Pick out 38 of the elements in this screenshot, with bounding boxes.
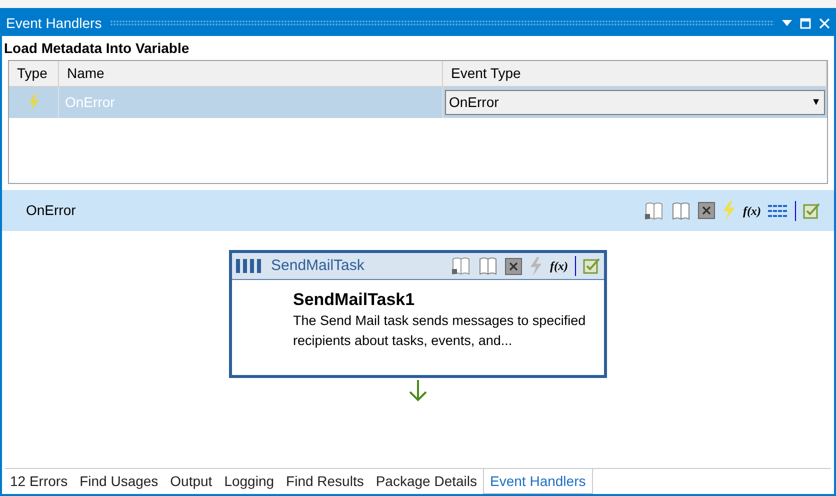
column-header[interactable]: Event Type <box>443 61 827 86</box>
open-book-icon[interactable] <box>671 202 691 220</box>
name-cell-text: OnError <box>65 93 115 112</box>
window-title: Event Handlers <box>6 14 102 32</box>
variable-icon[interactable] <box>698 202 715 219</box>
lines-icon[interactable] <box>768 204 788 216</box>
maximize-icon[interactable] <box>800 18 811 28</box>
task-box[interactable]: SendMailTask f(x) SendMailTask1 The Send Mail task sends messages to specified recipients about tasks, events, and... <box>229 250 607 378</box>
event-type-dropdown[interactable]: OnError ▼ <box>445 90 825 115</box>
down-arrow-icon <box>408 380 428 402</box>
dropdown-icon[interactable] <box>782 20 792 26</box>
task-name: SendMailTask1 <box>293 289 416 311</box>
task-type-icon <box>236 259 263 273</box>
variable-icon[interactable] <box>505 258 522 274</box>
lightning-icon <box>28 94 40 111</box>
function-icon[interactable]: f(x) <box>550 257 568 275</box>
event-name: OnError <box>26 201 76 220</box>
open-book-icon[interactable] <box>478 257 498 275</box>
task-type: SendMailTask <box>271 256 364 276</box>
column-header[interactable]: Type <box>9 61 59 86</box>
panel-tab[interactable]: Event Handlers <box>483 469 593 494</box>
task-description: The Send Mail task sends messages to specified recipients about tasks, events, and... <box>293 312 587 350</box>
dropdown-arrow: ▼ <box>811 96 821 110</box>
panel-tab[interactable]: Package Details <box>370 469 484 494</box>
panel-tab[interactable]: Find Results <box>280 469 370 494</box>
panel-tab[interactable]: Logging <box>218 469 280 494</box>
column-header[interactable]: Name <box>59 61 443 86</box>
executable-label: Load Metadata Into Variable <box>4 38 190 58</box>
checkbox-icon[interactable] <box>583 258 600 274</box>
book-icon[interactable] <box>451 257 471 275</box>
close-icon[interactable] <box>819 18 830 28</box>
grid-row[interactable]: OnError OnError ▼ <box>9 87 827 118</box>
panel-tab[interactable]: Find Usages <box>74 469 164 494</box>
panel-tab[interactable]: Output <box>164 469 218 494</box>
checkbox-icon[interactable] <box>803 202 820 218</box>
panel-tab[interactable]: 12 Errors <box>4 469 74 494</box>
function-icon[interactable]: f(x) <box>743 202 761 220</box>
book-icon[interactable] <box>644 202 664 220</box>
